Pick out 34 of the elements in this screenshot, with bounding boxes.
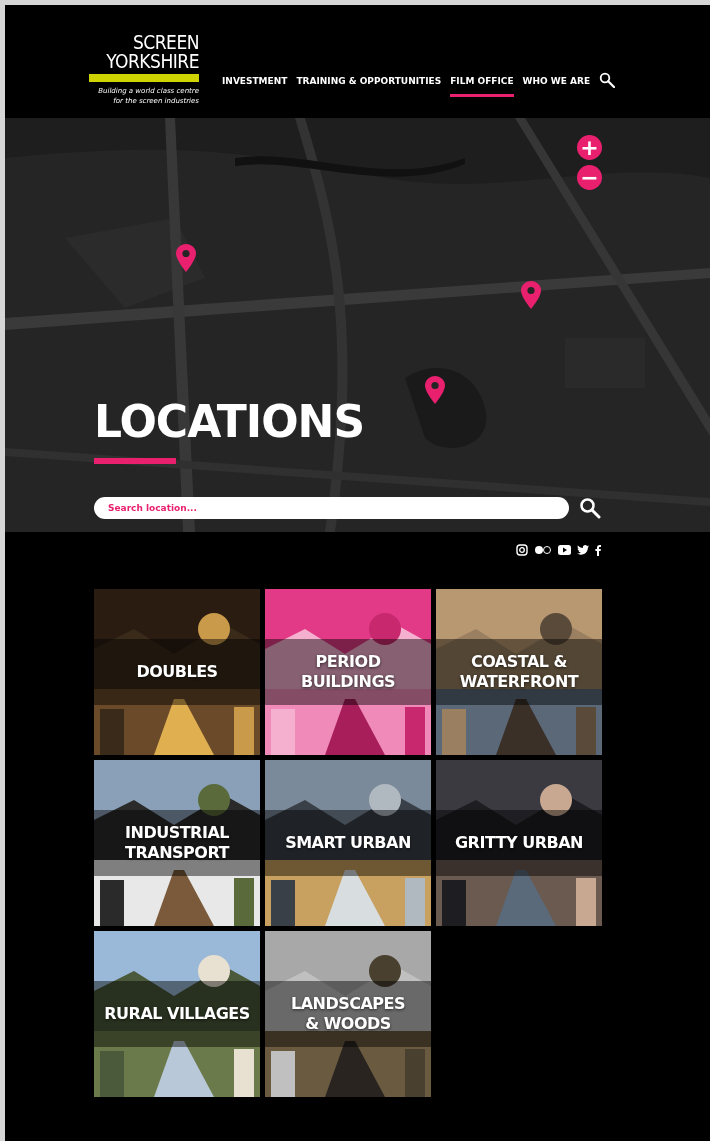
tile-label: PERIOD BUILDINGS xyxy=(300,652,396,692)
tile-label: INDUSTRIAL TRANSPORT xyxy=(125,823,229,863)
twitter-icon[interactable] xyxy=(577,545,589,555)
facebook-icon[interactable] xyxy=(595,544,601,556)
search-field[interactable]: Search location... xyxy=(94,497,569,519)
category-tile[interactable]: RURAL VILLAGES xyxy=(94,931,260,1097)
category-tile[interactable]: INDUSTRIAL TRANSPORT xyxy=(94,760,260,926)
nav-link[interactable]: INVESTMENT xyxy=(222,75,288,97)
tile-label: RURAL VILLAGES xyxy=(104,1004,250,1024)
nav-link[interactable]: FILM OFFICE xyxy=(450,75,514,97)
instagram-icon[interactable] xyxy=(516,544,528,556)
category-tile[interactable]: LANDSCAPES & WOODS xyxy=(265,931,431,1097)
logo-text: SCREEN xyxy=(132,33,199,52)
tile-label: DOUBLES xyxy=(136,662,218,682)
category-tile[interactable]: COASTAL & WATERFRONT xyxy=(436,589,602,755)
nav-link[interactable]: TRAINING & OPPORTUNITIES xyxy=(296,75,442,97)
category-tile[interactable]: SMART URBAN xyxy=(265,760,431,926)
youtube-icon[interactable] xyxy=(558,545,571,555)
page-heading: LOCATIONS xyxy=(94,400,366,444)
tile-label: GRITTY URBAN xyxy=(454,833,583,853)
tile-label: LANDSCAPES & WOODS xyxy=(290,994,406,1034)
category-tile[interactable]: PERIOD BUILDINGS xyxy=(265,589,431,755)
tile-label: SMART URBAN xyxy=(285,833,411,853)
category-tile[interactable]: DOUBLES xyxy=(94,589,260,755)
map-pin-icon[interactable] xyxy=(521,281,541,309)
flickr-icon[interactable] xyxy=(534,545,552,555)
category-tile[interactable]: GRITTY URBAN xyxy=(436,760,602,926)
logo-text: YORKSHIRE xyxy=(106,52,199,71)
search-icon[interactable] xyxy=(599,72,616,88)
nav-link[interactable]: WHO WE ARE xyxy=(522,75,591,97)
map-pin-icon[interactable] xyxy=(425,376,445,404)
tile-label: COASTAL & WATERFRONT xyxy=(459,652,579,692)
map-pin-icon[interactable] xyxy=(176,244,196,272)
search-icon[interactable] xyxy=(579,497,601,519)
